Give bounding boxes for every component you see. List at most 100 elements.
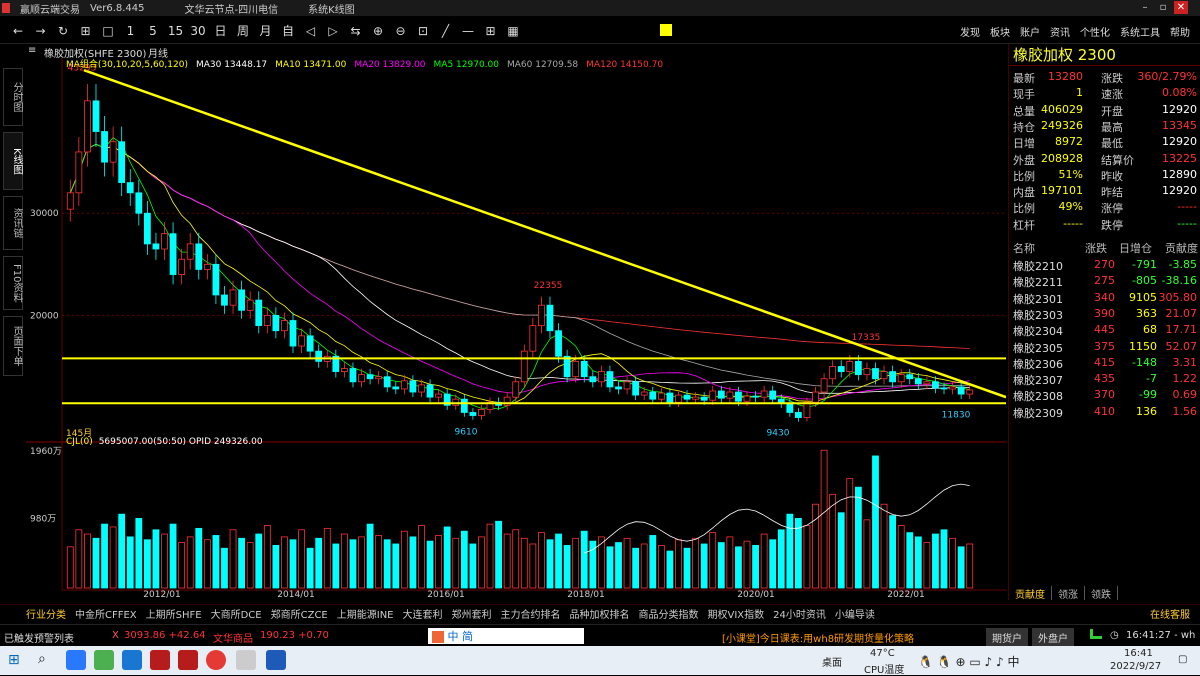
toolbar-btn-11[interactable]: 月 — [256, 20, 276, 42]
toolbar-btn-17[interactable]: ⊖ — [391, 20, 411, 42]
contract-row[interactable]: 橡胶2309 410 136 1.56 — [1009, 403, 1200, 420]
toolbar-btn-3[interactable]: ⊞ — [76, 20, 96, 42]
app-icon-3[interactable] — [122, 650, 142, 670]
toolbar-btn-20[interactable]: — — [458, 20, 478, 42]
word-icon[interactable] — [266, 650, 286, 670]
app-icon-6[interactable] — [206, 650, 226, 670]
indicator-label[interactable]: CJL(0) — [66, 437, 93, 447]
toolbar-btn-4[interactable]: □ — [98, 20, 118, 42]
contract-row[interactable]: 橡胶2305 375 1150 52.07 — [1009, 338, 1200, 355]
menu-sectors[interactable]: 板块 — [990, 24, 1010, 39]
minimize-icon[interactable]: – — [1138, 1, 1152, 14]
side-tab-3[interactable]: F10资料 — [3, 256, 23, 310]
contract-row[interactable]: 橡胶2308 370 -99 0.69 — [1009, 386, 1200, 403]
alert-list[interactable]: 已触发预警列表 — [4, 630, 74, 645]
toolbar-btn-15[interactable]: ⇆ — [346, 20, 366, 42]
toolbar-btn-7[interactable]: 15 — [166, 20, 186, 42]
toolbar-btn-21[interactable]: ⊞ — [481, 20, 501, 42]
col-change[interactable]: 涨跌 — [1085, 240, 1107, 256]
contract-row[interactable]: 橡胶2211 275 -805 -38.16 — [1009, 272, 1200, 289]
toolbar-btn-19[interactable]: ╱ — [436, 20, 456, 42]
toolbar-btn-10[interactable]: 周 — [233, 20, 253, 42]
color-swatch[interactable] — [660, 24, 672, 36]
candle — [298, 335, 305, 347]
toolbar-btn-13[interactable]: ◁ — [301, 20, 321, 42]
notification-icon[interactable]: ▢ — [1178, 654, 1187, 665]
contract-row[interactable]: 橡胶2304 445 68 17.71 — [1009, 321, 1200, 338]
toolbar-btn-14[interactable]: ▷ — [323, 20, 343, 42]
candle — [717, 390, 725, 399]
market-tab-3[interactable]: 大商所DCE — [211, 606, 262, 621]
menu-discover[interactable]: 发现 — [960, 24, 980, 39]
app-icon-7[interactable] — [236, 650, 256, 670]
windows-start-icon[interactable]: ⊞ — [8, 652, 20, 668]
market-tab-12[interactable]: 24小时资讯 — [773, 606, 826, 621]
market-tab-5[interactable]: 上期能源INE — [337, 606, 394, 621]
col-contribution[interactable]: 贡献度 — [1165, 240, 1198, 256]
side-tab-0[interactable]: 分时图 — [3, 68, 23, 126]
tray-icons[interactable]: 🐧 🐧 ⊕ ▭ ♪ ♪ 中 — [918, 653, 1019, 670]
volume-bar — [786, 513, 794, 589]
market-tab-1[interactable]: 中金所CFFEX — [75, 606, 137, 621]
market-tab-0[interactable]: 行业分类 — [26, 606, 66, 621]
news-ticker[interactable]: [小课堂]今日课表:用wh8研发期货量化策略 — [722, 630, 914, 645]
menu-account[interactable]: 账户 — [1020, 24, 1040, 39]
market-tab-10[interactable]: 商品分类指数 — [639, 606, 699, 621]
market-tab-9[interactable]: 品种加权排名 — [570, 606, 630, 621]
side-tab-2[interactable]: 资讯链 — [3, 196, 23, 250]
toolbar-btn-5[interactable]: 1 — [121, 20, 141, 42]
market-tab-7[interactable]: 郑州套利 — [452, 606, 492, 621]
foreign-account-button[interactable]: 外盘户 — [1032, 628, 1074, 647]
contract-row[interactable]: 橡胶2306 415 -148 3.31 — [1009, 354, 1200, 371]
tab-contribution[interactable]: 贡献度 — [1009, 586, 1052, 601]
market-tab-8[interactable]: 主力合约排名 — [501, 606, 561, 621]
alert-close-icon[interactable]: X — [112, 630, 119, 641]
side-tab-4[interactable]: 页面下单 — [3, 316, 23, 376]
restore-icon[interactable]: ▫ — [1156, 1, 1170, 14]
toolbar-btn-6[interactable]: 5 — [143, 20, 163, 42]
tab-top-gainers[interactable]: 领涨 — [1052, 586, 1085, 601]
toolbar-btn-8[interactable]: 30 — [188, 20, 208, 42]
market-tab-13[interactable]: 小编导读 — [835, 606, 875, 621]
contract-row[interactable]: 橡胶2307 435 -7 1.22 — [1009, 370, 1200, 387]
menu-icon[interactable]: ≡ — [28, 45, 36, 56]
menu-news[interactable]: 资讯 — [1050, 24, 1070, 39]
kline-chart[interactable]: 30000200004329322355173359610 94301183014… — [26, 58, 1006, 598]
candle — [538, 304, 545, 327]
desktop-label[interactable]: 桌面 — [822, 654, 842, 669]
candle — [872, 368, 879, 380]
menu-system-tools[interactable]: 系统工具 — [1120, 24, 1160, 39]
contract-row[interactable]: 橡胶2210 270 -791 -3.85 — [1009, 256, 1200, 273]
close-icon[interactable]: ✕ — [1174, 1, 1188, 14]
col-oi-change[interactable]: 日增仓 — [1119, 240, 1152, 256]
contract-row[interactable]: 橡胶2303 390 363 21.07 — [1009, 305, 1200, 322]
ime-bar[interactable]: 中 简 — [428, 628, 584, 644]
menu-personalize[interactable]: 个性化 — [1080, 24, 1110, 39]
wenhua-icon-2[interactable] — [178, 650, 198, 670]
market-tab-11[interactable]: 期权VIX指数 — [708, 606, 765, 621]
toolbar-btn-12[interactable]: 自 — [278, 20, 298, 42]
search-icon[interactable]: ⌕ — [38, 651, 46, 667]
toolbar-btn-18[interactable]: ⊡ — [413, 20, 433, 42]
contract-row[interactable]: 橡胶2301 340 9105 305.80 — [1009, 289, 1200, 306]
wenhua-icon-1[interactable] — [150, 650, 170, 670]
col-name[interactable]: 名称 — [1013, 240, 1035, 256]
ma-group-label[interactable]: MA组合(30,10,20,5,60,120) — [66, 58, 188, 70]
wechat-icon[interactable] — [94, 650, 114, 670]
toolbar-btn-9[interactable]: 日 — [211, 20, 231, 42]
toolbar-btn-16[interactable]: ⊕ — [368, 20, 388, 42]
market-tab-6[interactable]: 大连套利 — [403, 606, 443, 621]
menu-help[interactable]: 帮助 — [1170, 24, 1190, 39]
market-tab-4[interactable]: 郑商所CZCE — [271, 606, 328, 621]
toolbar-btn-0[interactable]: ← — [8, 20, 28, 42]
volume-bar — [340, 533, 348, 589]
market-tab-2[interactable]: 上期所SHFE — [146, 606, 202, 621]
online-service-link[interactable]: 在线客服 — [1150, 606, 1190, 621]
app-icon-1[interactable] — [66, 650, 86, 670]
toolbar-btn-2[interactable]: ↻ — [53, 20, 73, 42]
toolbar-btn-1[interactable]: → — [31, 20, 51, 42]
toolbar-btn-22[interactable]: ▦ — [503, 20, 523, 42]
side-tab-1[interactable]: K线图 — [3, 132, 23, 190]
futures-account-button[interactable]: 期货户 — [986, 628, 1028, 647]
tab-top-losers[interactable]: 领跌 — [1085, 586, 1118, 601]
